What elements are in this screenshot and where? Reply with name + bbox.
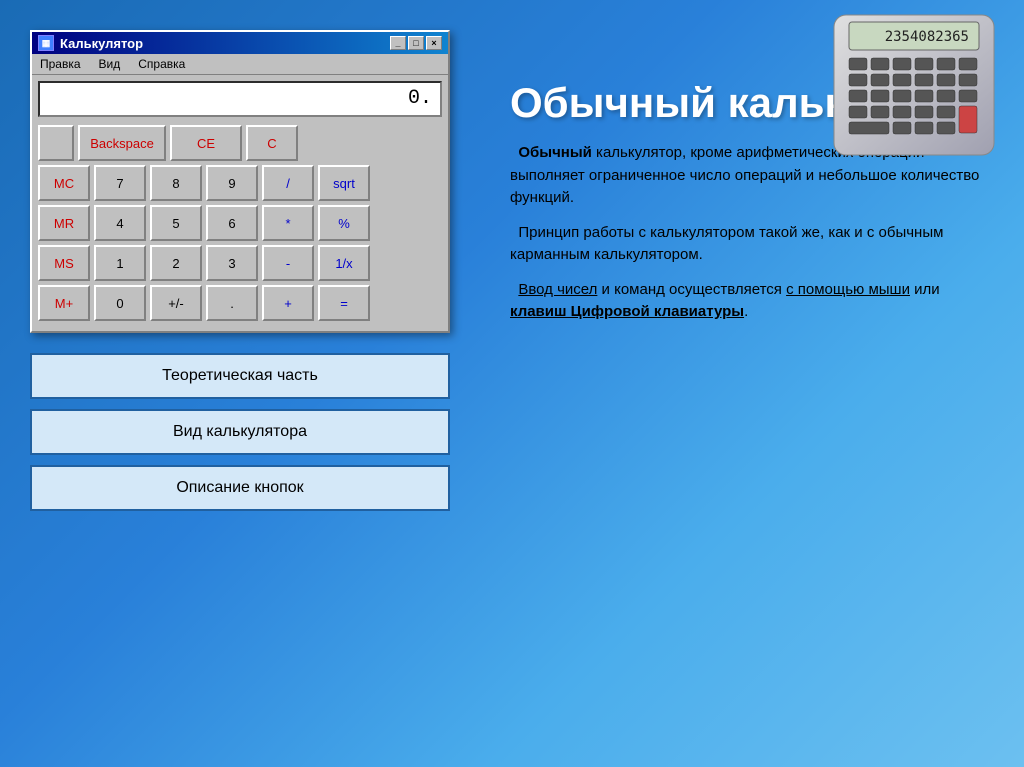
btn-1[interactable]: 1 [94, 245, 146, 281]
para3-link3[interactable]: клавиш Цифровой клавиатуры [510, 303, 744, 320]
menu-spravka[interactable]: Справка [134, 56, 189, 72]
btn-2[interactable]: 2 [150, 245, 202, 281]
btn-reciprocal[interactable]: 1/x [318, 245, 370, 281]
btn-sqrt[interactable]: sqrt [318, 165, 370, 201]
close-button[interactable]: × [426, 36, 442, 50]
btn-5[interactable]: 5 [150, 205, 202, 241]
titlebar: ▦ Калькулятор _ □ × [32, 32, 448, 54]
btn-percent[interactable]: % [318, 205, 370, 241]
menu-pravka[interactable]: Правка [36, 56, 85, 72]
button-row-4: M+ 0 +/- . + = [38, 285, 442, 321]
button-row-3: MS 1 2 3 - 1/x [38, 245, 442, 281]
svg-text:2354082365: 2354082365 [885, 29, 969, 45]
bold-word-1: Обычный [518, 144, 592, 161]
ce-button[interactable]: CE [170, 125, 242, 161]
button-row-1: MC 7 8 9 / sqrt [38, 165, 442, 201]
calculator-window: ▦ Калькулятор _ □ × Правка Вид Справка 0… [30, 30, 450, 333]
para-3: Ввод чисел и команд осуществляется с пом… [510, 279, 994, 324]
right-panel: 2354082365 [480, 0, 1024, 767]
window-title: Калькулятор [60, 36, 143, 51]
para2-text: Принцип работы с калькулятором такой же,… [510, 224, 943, 264]
btn-6[interactable]: 6 [206, 205, 258, 241]
nav-btn-description[interactable]: Описание кнопок [30, 465, 450, 511]
para-2: Принцип работы с калькулятором такой же,… [510, 222, 994, 267]
mplus-button[interactable]: M+ [38, 285, 90, 321]
btn-plusminus[interactable]: +/- [150, 285, 202, 321]
button-row-0: Backspace CE C [38, 125, 442, 161]
para3-link1[interactable]: Ввод чисел [518, 281, 597, 298]
btn-0[interactable]: 0 [94, 285, 146, 321]
btn-minus[interactable]: - [262, 245, 314, 281]
titlebar-left: ▦ Калькулятор [38, 35, 143, 51]
calculator-image: 2354082365 [814, 10, 1014, 160]
checkbox-button[interactable] [38, 125, 74, 161]
btn-decimal[interactable]: . [206, 285, 258, 321]
btn-plus[interactable]: + [262, 285, 314, 321]
para3-link2[interactable]: с помощью мыши [786, 281, 910, 298]
para3-period: . [744, 303, 748, 320]
btn-3[interactable]: 3 [206, 245, 258, 281]
btn-divide[interactable]: / [262, 165, 314, 201]
menu-vid[interactable]: Вид [95, 56, 125, 72]
ms-button[interactable]: MS [38, 245, 90, 281]
menubar: Правка Вид Справка [32, 54, 448, 75]
app-icon: ▦ [38, 35, 54, 51]
calc-display: 0. [38, 81, 442, 117]
calc-buttons: Backspace CE C MC 7 8 9 / sqrt MR 4 5 6 … [32, 121, 448, 331]
btn-7[interactable]: 7 [94, 165, 146, 201]
btn-4[interactable]: 4 [94, 205, 146, 241]
nav-btn-view[interactable]: Вид калькулятора [30, 409, 450, 455]
maximize-button[interactable]: □ [408, 36, 424, 50]
btn-multiply[interactable]: * [262, 205, 314, 241]
titlebar-buttons: _ □ × [390, 36, 442, 50]
btn-equals[interactable]: = [318, 285, 370, 321]
c-button[interactable]: C [246, 125, 298, 161]
mr-button[interactable]: MR [38, 205, 90, 241]
minimize-button[interactable]: _ [390, 36, 406, 50]
para3-text4: или [910, 281, 940, 298]
btn-9[interactable]: 9 [206, 165, 258, 201]
left-panel: ▦ Калькулятор _ □ × Правка Вид Справка 0… [0, 0, 480, 767]
button-row-2: MR 4 5 6 * % [38, 205, 442, 241]
nav-btn-theory[interactable]: Теоретическая часть [30, 353, 450, 399]
content-area: Обычный калькулятор, кроме арифметически… [510, 142, 994, 336]
backspace-button[interactable]: Backspace [78, 125, 166, 161]
mc-button[interactable]: MC [38, 165, 90, 201]
para3-text2: и команд осуществляется [597, 281, 786, 298]
nav-buttons: Теоретическая часть Вид калькулятора Опи… [30, 353, 450, 511]
btn-8[interactable]: 8 [150, 165, 202, 201]
